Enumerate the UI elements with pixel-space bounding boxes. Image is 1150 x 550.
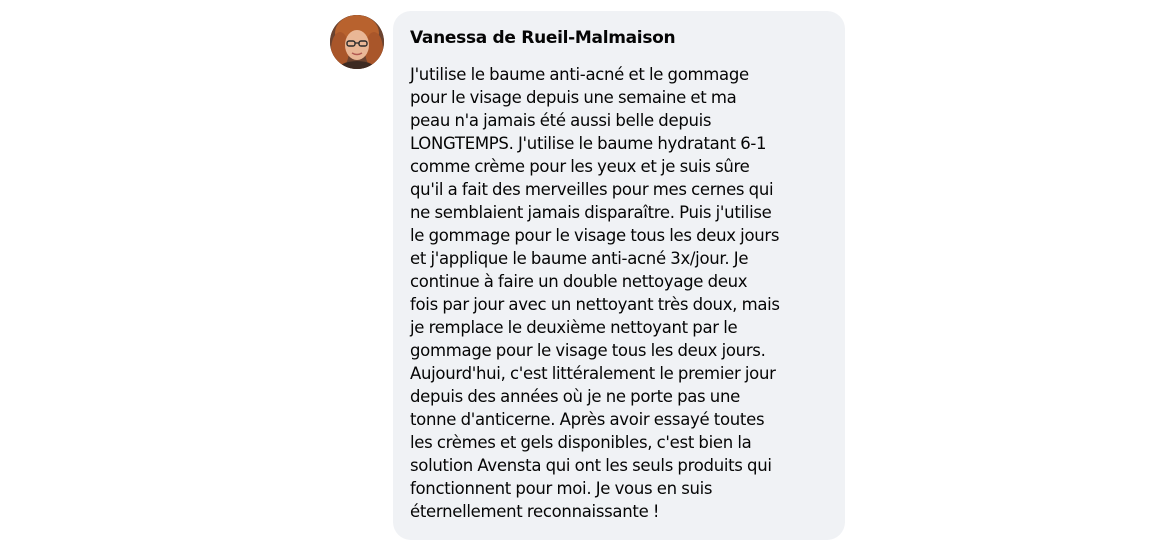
comment-text-line: pour le visage depuis une semaine et ma [410, 88, 737, 107]
comment-text-line: solution Avensta qui ont les seuls produ… [410, 456, 772, 475]
comment-text-line: et j'applique le baume anti-acné 3x/jour… [410, 249, 749, 268]
comment-text-line: comme crème pour les yeux et je suis sûr… [410, 157, 750, 176]
comment-author[interactable]: Vanessa de Rueil-Malmaison [410, 27, 829, 49]
comment-text-line: Aujourd'hui, c'est littéralement le prem… [410, 364, 776, 383]
comment-text-line: gommage pour le visage tous les deux jou… [410, 341, 766, 360]
avatar[interactable] [330, 15, 384, 69]
comment-text: J'utilise le baume anti-acné et le gomma… [410, 63, 829, 523]
comment-text-line: peau n'a jamais été aussi belle depuis [410, 111, 712, 130]
comment-text-line: fois par jour avec un nettoyant très dou… [410, 295, 780, 314]
comment-text-line: continue à faire un double nettoyage deu… [410, 272, 748, 291]
comment: Vanessa de Rueil-Malmaison J'utilise le … [330, 11, 850, 541]
comment-text-line: fonctionnent pour moi. Je vous en suis [410, 479, 713, 498]
user-avatar-photo-icon [330, 15, 384, 69]
comment-text-line: je remplace le deuxième nettoyant par le [410, 318, 738, 337]
comment-text-line: le gommage pour le visage tous les deux … [410, 226, 780, 245]
comment-text-line: qu'il a fait des merveilles pour mes cer… [410, 180, 774, 199]
comment-text-line: éternellement reconnaissante ! [410, 502, 660, 521]
comment-text-line: J'utilise le baume anti-acné et le gomma… [410, 65, 749, 84]
comment-text-line: depuis des années où je ne porte pas une [410, 387, 740, 406]
comment-text-line: tonne d'anticerne. Après avoir essayé to… [410, 410, 765, 429]
comment-bubble: Vanessa de Rueil-Malmaison J'utilise le … [393, 11, 845, 540]
comment-text-line: ne semblaient jamais disparaître. Puis j… [410, 203, 772, 222]
comment-text-line: les crèmes et gels disponibles, c'est bi… [410, 433, 752, 452]
comment-text-line: LONGTEMPS. J'utilise le baume hydratant … [410, 134, 767, 153]
